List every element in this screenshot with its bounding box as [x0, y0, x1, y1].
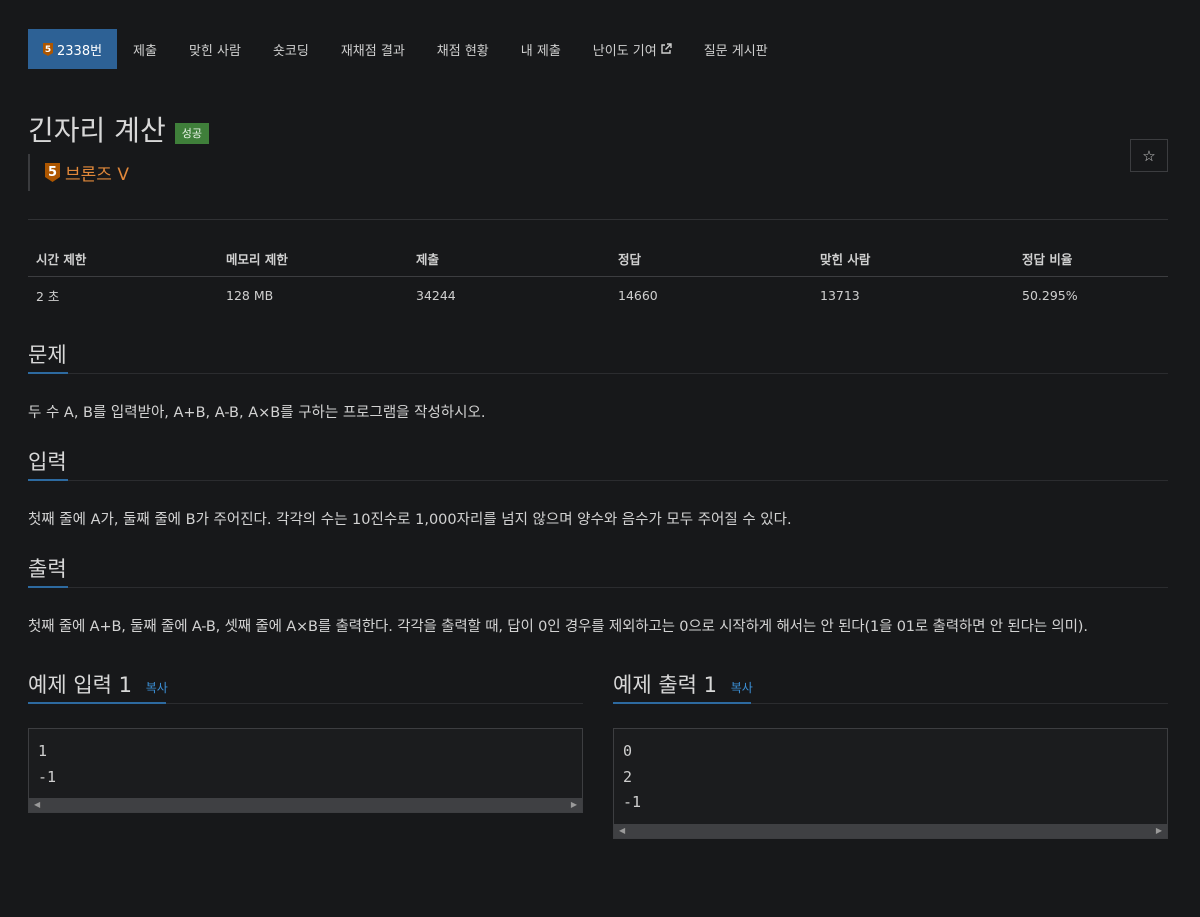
status-badge: 성공 [174, 122, 209, 144]
section-heading-text: 문제 [28, 343, 67, 367]
tab-submit[interactable]: 제출 [117, 29, 173, 69]
section-heading: 출력 [28, 551, 1168, 588]
table-cell: 2 초 [36, 288, 60, 304]
input-section: 입력 첫째 줄에 A가, 둘째 줄에 B가 주어진다. 각각의 수는 10진수로… [28, 444, 1168, 530]
tab-question-board[interactable]: 질문 게시판 [688, 29, 784, 69]
heading-underline [28, 702, 166, 704]
scroll-left-icon[interactable]: ◀ [34, 798, 40, 812]
copy-sample-input-button[interactable]: 복사 [146, 681, 168, 695]
section-rule [28, 480, 1168, 481]
problem-info-table: 시간 제한 메모리 제한 제출 정답 맞힌 사람 정답 비율 2 초 128 M… [28, 240, 1168, 313]
tab-label: 내 제출 [520, 43, 561, 59]
tab-status[interactable]: 채점 현황 [421, 29, 505, 69]
tab-label: 질문 게시판 [703, 43, 768, 59]
table-header-row: 시간 제한 메모리 제한 제출 정답 맞힌 사람 정답 비율 [28, 240, 1168, 277]
copy-sample-output-button[interactable]: 복사 [731, 681, 753, 695]
output-section: 출력 첫째 줄에 A+B, 둘째 줄에 A-B, 셋째 줄에 A×B를 출력한다… [28, 551, 1168, 637]
section-heading: 문제 [28, 337, 1168, 374]
problem-nav: 5 2338번 제출 맞힌 사람 숏코딩 재채점 결과 채점 현황 내 제출 난… [28, 29, 1168, 69]
tier-row: 5 브론즈 V [28, 154, 1168, 191]
section-heading: 입력 [28, 444, 1168, 481]
star-icon: ☆ [1142, 146, 1156, 165]
tab-label: 제출 [133, 43, 157, 59]
star-button[interactable]: ☆ [1130, 139, 1168, 172]
heading-underline [28, 586, 68, 588]
table-cell: 50.295% [1022, 287, 1078, 303]
page-container: 5 2338번 제출 맞힌 사람 숏코딩 재채점 결과 채점 현황 내 제출 난… [28, 29, 1168, 839]
scroll-right-icon[interactable]: ▶ [571, 798, 577, 812]
section-heading-text: 예제 입력 1 [28, 673, 132, 697]
tab-difficulty-contribution[interactable]: 난이도 기여 [577, 29, 688, 69]
divider [28, 219, 1168, 220]
tab-label: 채점 현황 [436, 43, 489, 59]
section-rule [28, 373, 1168, 374]
table-header: 제출 [408, 240, 610, 277]
table-cell[interactable]: 34244 [408, 277, 610, 314]
sample-input-section: 예제 입력 1 복사 1 -1 ◀ ▶ [28, 667, 583, 839]
tier-icon-number: 5 [48, 165, 57, 180]
scroll-left-icon[interactable]: ◀ [619, 824, 625, 838]
scroll-right-icon[interactable]: ▶ [1156, 824, 1162, 838]
tab-my-submissions[interactable]: 내 제출 [505, 29, 577, 69]
section-heading-text: 입력 [28, 450, 67, 474]
section-heading: 예제 입력 1 복사 [28, 667, 583, 704]
heading-underline [613, 702, 751, 704]
heading-underline [28, 372, 68, 374]
problem-description-text: 두 수 A, B를 입력받아, A+B, A-B, A×B를 구하는 프로그램을… [28, 405, 486, 421]
problem-description-section: 문제 두 수 A, B를 입력받아, A+B, A-B, A×B를 구하는 프로… [28, 337, 1168, 423]
bronze-tier-icon: 5 [45, 163, 60, 182]
table-header: 정답 [610, 240, 812, 277]
sample-input-content: 1 -1 [38, 742, 57, 786]
table-cell: 13713 [820, 287, 860, 303]
external-link-icon [660, 43, 672, 55]
heading-underline [28, 479, 68, 481]
input-description-text: 첫째 줄에 A가, 둘째 줄에 B가 주어진다. 각각의 수는 10진수로 1,… [28, 512, 792, 528]
table-header: 맞힌 사람 [812, 240, 1014, 277]
tab-problem[interactable]: 5 2338번 [28, 29, 118, 69]
sample-output-box[interactable]: 0 2 -1 ◀ ▶ [613, 728, 1168, 839]
section-heading-text: 예제 출력 1 [613, 673, 717, 697]
section-heading: 예제 출력 1 복사 [613, 667, 1168, 704]
tab-short-coding[interactable]: 숏코딩 [257, 29, 325, 69]
sample-output-content: 0 2 -1 [623, 742, 642, 811]
table-cell: 14660 [618, 287, 658, 303]
tab-solved-users[interactable]: 맞힌 사람 [173, 29, 257, 69]
sample-input-box[interactable]: 1 -1 ◀ ▶ [28, 728, 583, 813]
page-title: 긴자리 계산 [28, 114, 166, 147]
table-header: 정답 비율 [1014, 240, 1168, 277]
tab-rejudge-results[interactable]: 재채점 결과 [325, 29, 421, 69]
horizontal-scrollbar[interactable]: ◀ ▶ [29, 798, 582, 812]
tab-label: 2338번 [57, 43, 103, 59]
title-row: 긴자리 계산 성공 [28, 111, 1168, 147]
table-cell: 128 MB [226, 287, 274, 303]
tab-label: 숏코딩 [272, 43, 309, 59]
output-description-text: 첫째 줄에 A+B, 둘째 줄에 A-B, 셋째 줄에 A×B를 출력한다. 각… [28, 619, 1088, 635]
tier-label[interactable]: 브론즈 V [65, 160, 129, 185]
table-header: 시간 제한 [28, 240, 218, 277]
section-rule [28, 587, 1168, 588]
section-heading-text: 출력 [28, 557, 67, 581]
tier-icon-number: 5 [45, 45, 51, 55]
samples-row: 예제 입력 1 복사 1 -1 ◀ ▶ 예제 출력 1 복사 0 2 -1 ◀ … [28, 667, 1168, 839]
tab-label: 재채점 결과 [340, 43, 405, 59]
table-row: 2 초 128 MB 34244 14660 13713 50.295% [28, 277, 1168, 314]
tab-label: 난이도 기여 [592, 43, 657, 59]
horizontal-scrollbar[interactable]: ◀ ▶ [614, 823, 1167, 838]
tab-label: 맞힌 사람 [188, 43, 241, 59]
table-header: 메모리 제한 [218, 240, 408, 277]
sample-output-section: 예제 출력 1 복사 0 2 -1 ◀ ▶ [613, 667, 1168, 839]
bronze-tier-icon: 5 [43, 42, 53, 56]
